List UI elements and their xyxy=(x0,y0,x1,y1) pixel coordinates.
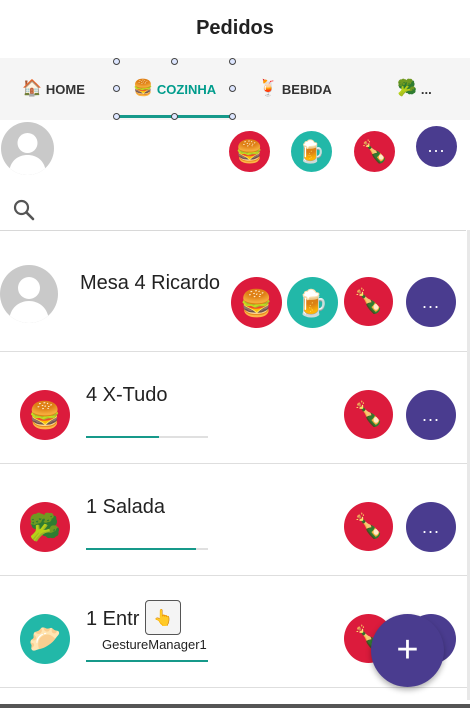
avatar[interactable] xyxy=(1,122,54,175)
broccoli-icon: 🥦 xyxy=(28,512,62,542)
tab-more[interactable]: 🥦 ... xyxy=(397,58,432,120)
progress-fill xyxy=(86,660,208,662)
page-title: Pedidos xyxy=(196,16,274,39)
gesture-manager-label: GestureManager1 xyxy=(102,637,207,652)
home-icon: 🏠 xyxy=(22,80,42,97)
bottle-icon: 🍾 xyxy=(353,287,384,315)
burger-icon: 🍔 xyxy=(235,138,264,164)
burger-icon: 🍔 xyxy=(28,400,62,430)
row-title: 4 X-Tudo xyxy=(86,384,168,406)
burger-icon: 🍔 xyxy=(240,287,273,318)
person-icon xyxy=(9,277,49,323)
burger-button[interactable]: 🍔 xyxy=(231,277,282,328)
gesture-icon: 👆 xyxy=(153,609,173,627)
list-item[interactable]: 🥦 1 Salada 🍾 ... xyxy=(0,464,470,576)
progress-fill xyxy=(86,436,160,438)
item-category-badge: 🥦 xyxy=(20,502,70,552)
bottle-icon: 🍾 xyxy=(353,400,384,428)
progress-bar xyxy=(86,548,208,550)
tab-more-label: ... xyxy=(420,81,432,97)
row-title: 1 Salada xyxy=(86,496,165,518)
row-title: 1 Entr xyxy=(86,608,140,630)
progress-bar xyxy=(86,436,208,438)
bottle-icon: 🍾 xyxy=(353,512,384,540)
tab-home-label: HOME xyxy=(45,81,85,97)
selection-handle[interactable] xyxy=(113,58,120,65)
beer-icon: 🍺 xyxy=(297,138,326,164)
tab-cozinha[interactable]: 🍔 COZINHA xyxy=(133,58,216,120)
selection-handle[interactable] xyxy=(229,85,236,92)
selection-handle[interactable] xyxy=(229,113,236,120)
progress-fill xyxy=(86,548,196,550)
selection-handle[interactable] xyxy=(171,113,178,120)
burger-icon: 🍔 xyxy=(133,80,153,97)
tab-home[interactable]: 🏠 HOME xyxy=(22,58,85,120)
selection-handle[interactable] xyxy=(113,113,120,120)
search-bar[interactable] xyxy=(0,190,466,231)
tab-bebida[interactable]: 🍹 BEBIDA xyxy=(258,58,332,120)
bottle-filter-button[interactable]: 🍾 xyxy=(354,131,395,172)
burger-filter-button[interactable]: 🍔 xyxy=(229,131,270,172)
bottle-icon: 🍾 xyxy=(360,138,389,164)
search-icon xyxy=(13,199,35,221)
bottom-divider xyxy=(0,704,470,708)
item-category-badge: 🍔 xyxy=(20,390,70,440)
tab-cozinha-label: COZINHA xyxy=(156,81,217,97)
more-button[interactable]: ... xyxy=(406,277,456,327)
list-item[interactable]: Mesa 4 Ricardo 🍔 🍺 🍾 ... xyxy=(0,240,470,352)
beer-icon: 🍺 xyxy=(296,287,329,318)
row-title: Mesa 4 Ricardo xyxy=(80,272,221,294)
bottle-button[interactable]: 🍾 xyxy=(344,277,393,326)
avatar xyxy=(0,265,58,323)
beer-filter-button[interactable]: 🍺 xyxy=(291,131,332,172)
more-filter-button[interactable]: ... xyxy=(416,126,457,167)
add-button[interactable]: + xyxy=(371,614,444,687)
more-button[interactable]: ... xyxy=(406,390,456,440)
tab-bar: 🏠 HOME 🍔 COZINHA 🍹 BEBIDA 🥦 ... xyxy=(0,58,470,120)
drink-icon: 🍹 xyxy=(258,80,278,97)
bottle-button[interactable]: 🍾 xyxy=(344,390,393,439)
selection-handle[interactable] xyxy=(171,58,178,65)
list-item[interactable]: 🍔 4 X-Tudo 🍾 ... xyxy=(0,352,470,464)
selection-handle[interactable] xyxy=(229,58,236,65)
beer-button[interactable]: 🍺 xyxy=(287,277,338,328)
person-icon xyxy=(9,133,46,175)
bottle-button[interactable]: 🍾 xyxy=(344,502,393,551)
selection-handle[interactable] xyxy=(113,85,120,92)
progress-bar xyxy=(86,660,208,662)
appetizer-icon: 🥟 xyxy=(28,624,62,654)
more-button[interactable]: ... xyxy=(406,502,456,552)
item-category-badge: 🥟 xyxy=(20,614,70,664)
tab-bebida-label: BEBIDA xyxy=(281,81,332,97)
broccoli-icon: 🥦 xyxy=(397,80,417,97)
gesture-manager-component[interactable]: 👆 xyxy=(145,600,181,635)
